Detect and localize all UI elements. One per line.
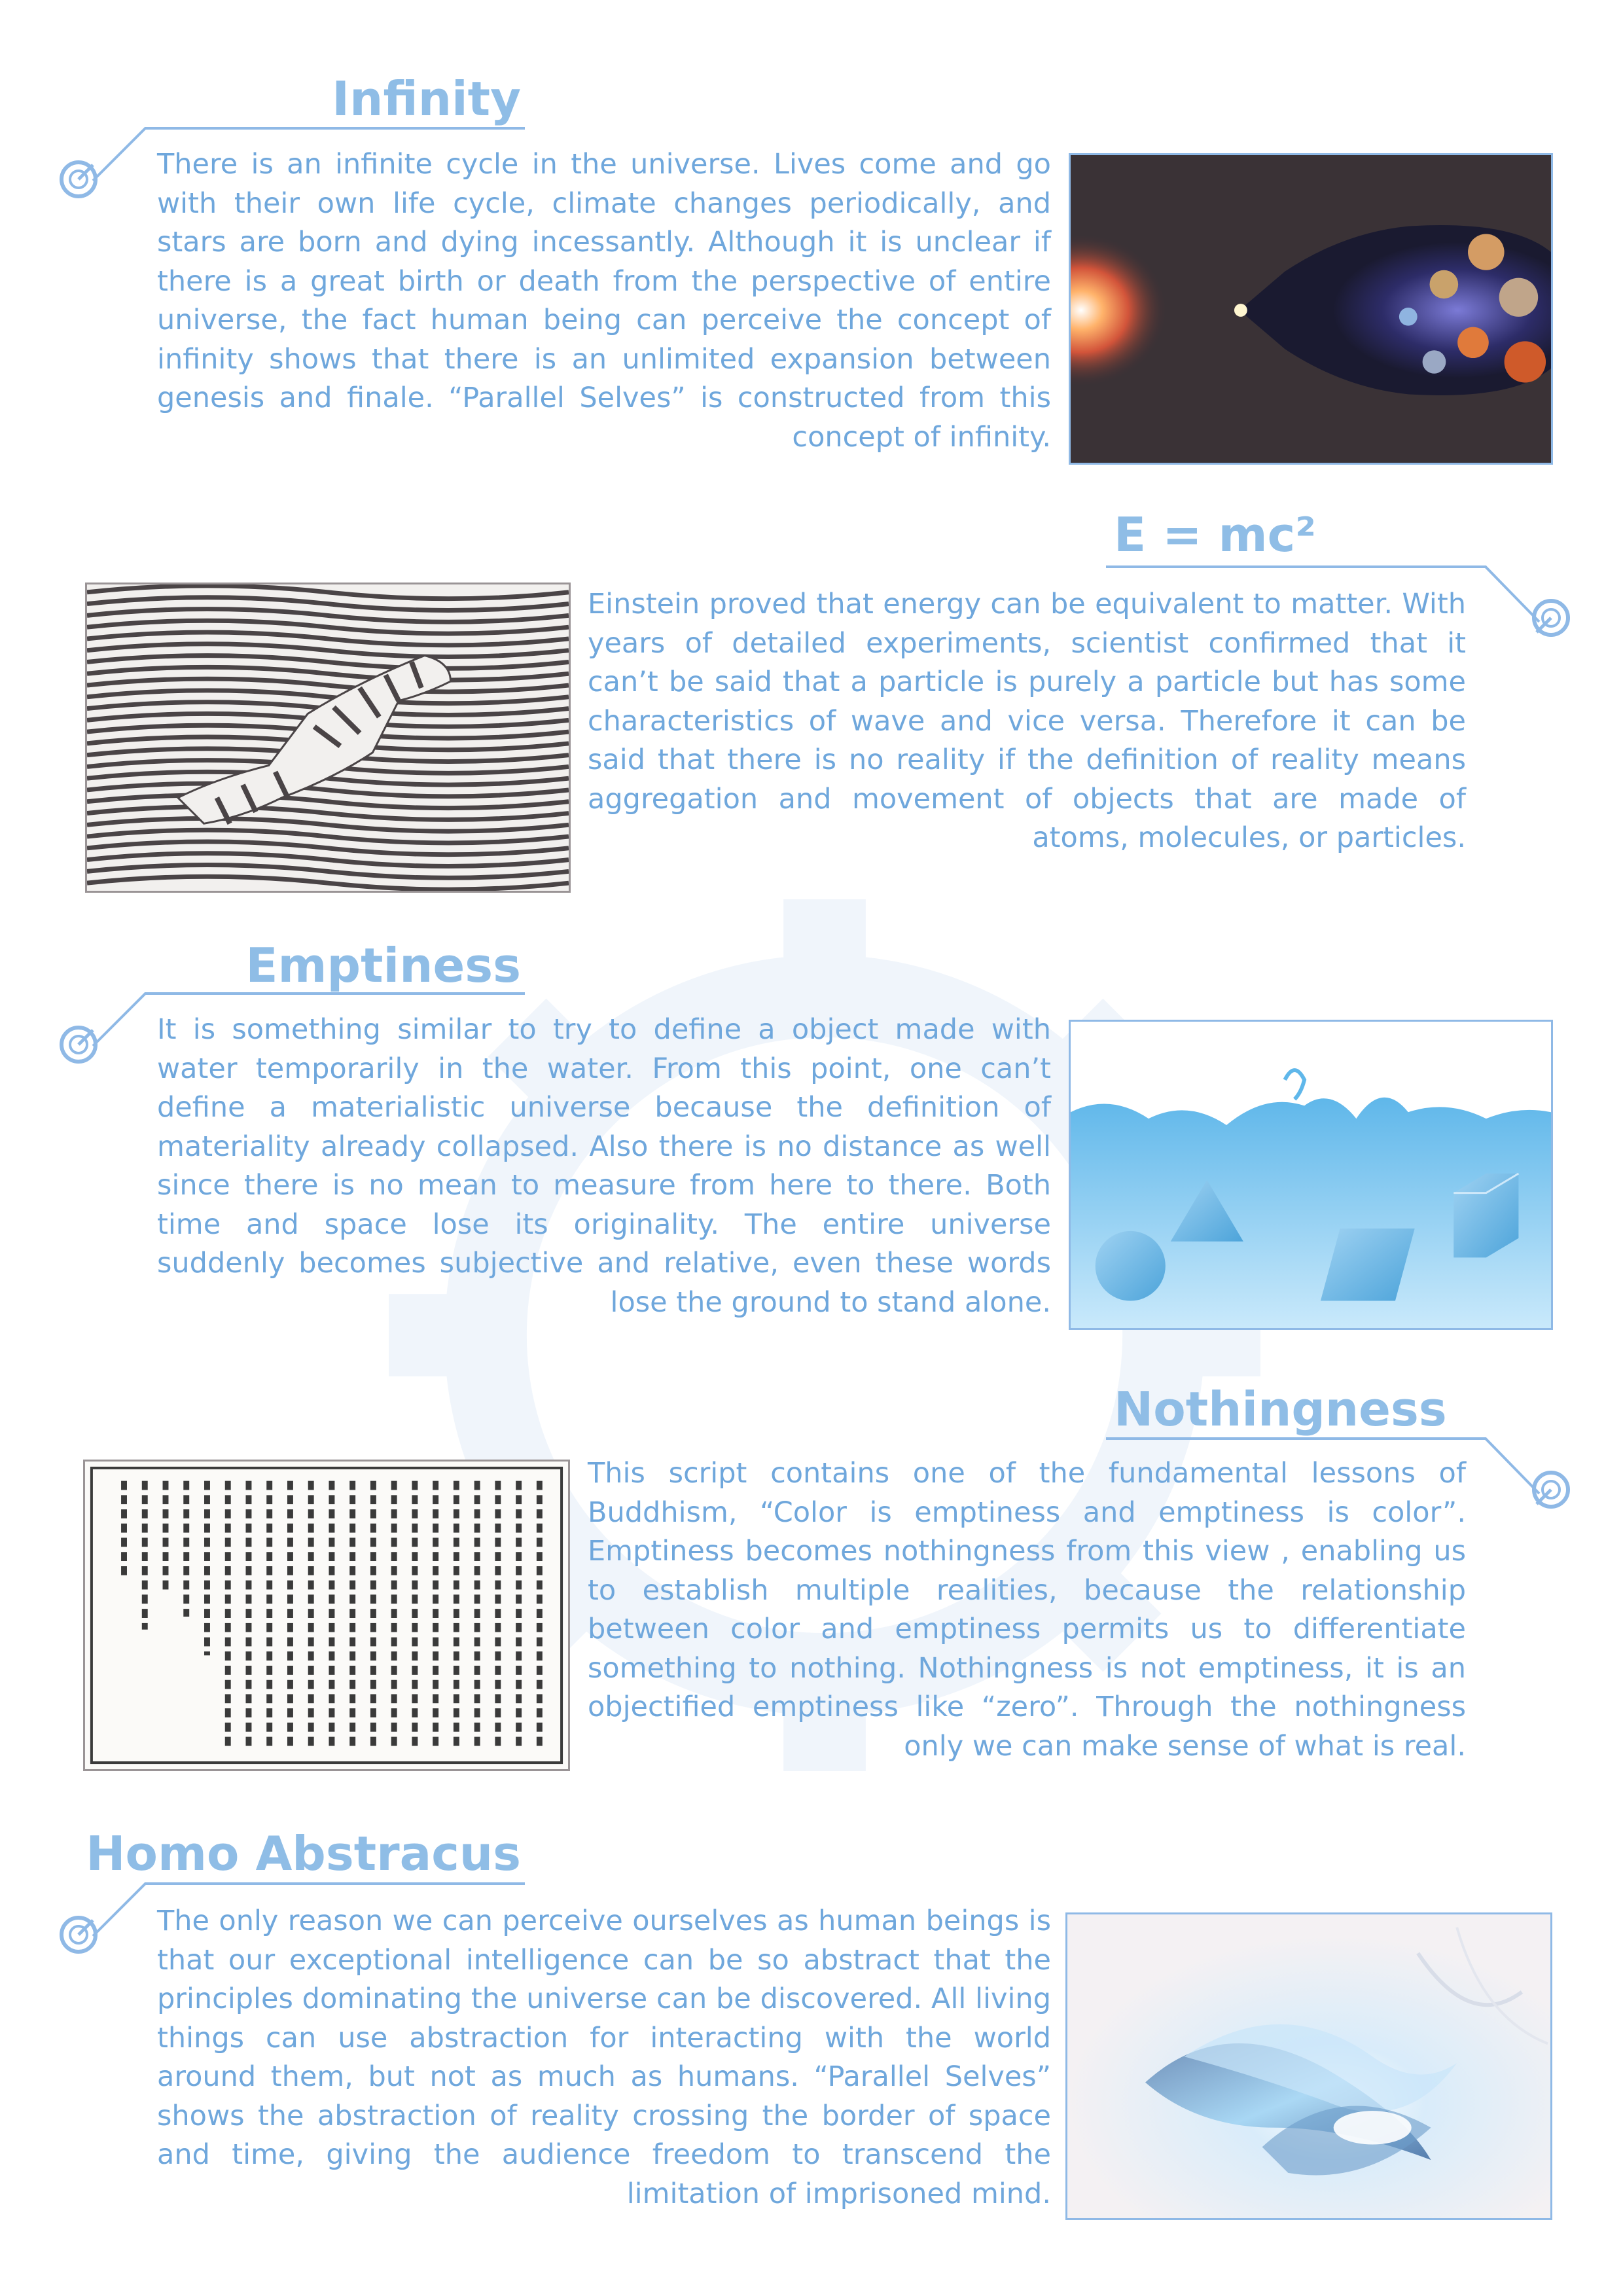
section-title: Homo Abstracus (86, 1826, 521, 1881)
section-image (1069, 1020, 1553, 1330)
section-image (1069, 153, 1553, 465)
zebra-wave-op-art (87, 584, 569, 891)
section-body-text: This script contains one of the fundamen… (588, 1457, 1466, 1763)
cosmic-bottle-illustration (1071, 155, 1551, 463)
section-body-text: The only reason we can perceive ourselve… (157, 1905, 1051, 2210)
water-shapes-illustration (1071, 1022, 1551, 1328)
section-body-text: Einstein proved that energy can be equiv… (588, 588, 1466, 854)
section-body-text: There is an infinite cycle in the univer… (157, 148, 1051, 454)
section-title: Nothingness (1114, 1382, 1447, 1437)
buddhist-sutra-scan (85, 1462, 568, 1769)
section-title: Emptiness (245, 938, 521, 993)
section-title: E = mc² (1114, 507, 1316, 562)
section-image (85, 583, 571, 893)
section-image (1065, 1912, 1552, 2220)
section-image (83, 1460, 570, 1771)
section-body-text: It is something similar to try to define… (157, 1013, 1051, 1319)
section-title: Infinity (332, 71, 521, 126)
abstract-light-swirl (1067, 1914, 1550, 2218)
